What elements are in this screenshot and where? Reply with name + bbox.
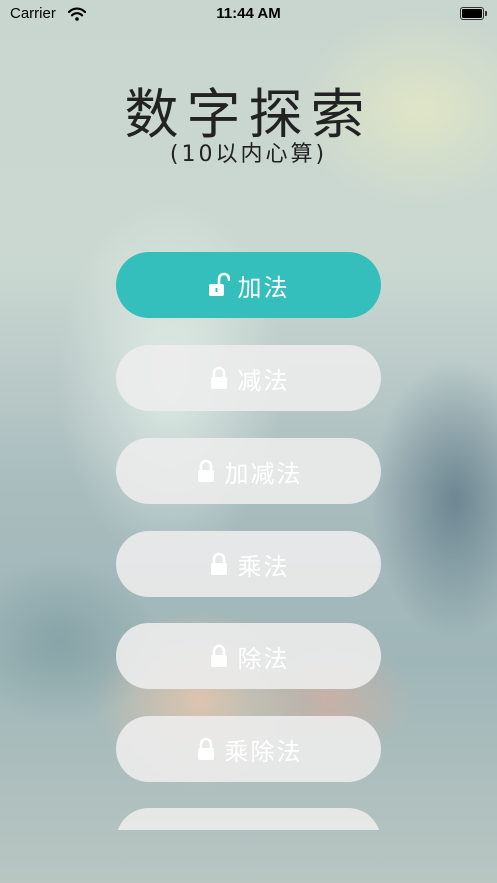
addition-button[interactable]: 加法 [116, 252, 381, 318]
unlock-icon [208, 272, 230, 298]
multiplication-button[interactable]: 乘法 [116, 531, 381, 597]
subtraction-label: 减法 [237, 366, 290, 395]
battery-icon [460, 7, 487, 20]
addition-label: 加法 [237, 273, 290, 302]
multiplication-label: 乘法 [237, 552, 290, 581]
division-label: 除法 [237, 644, 290, 673]
multiply-divide-label: 乘除法 [224, 737, 303, 766]
subtraction-button[interactable]: 减法 [116, 345, 381, 411]
status-bar: Carrier 11:44 AM [0, 0, 497, 28]
mode-menu: 加法 减法 加减法 乘法 除法 乘除法 [116, 252, 381, 830]
lock-icon [208, 365, 230, 391]
add-subtract-button[interactable]: 加减法 [116, 438, 381, 504]
next-mode-button-partial[interactable] [116, 808, 381, 830]
add-subtract-label: 加减法 [224, 459, 303, 488]
multiply-divide-button[interactable]: 乘除法 [116, 716, 381, 782]
lock-icon [195, 458, 217, 484]
app-subtitle: (10以内心算) [169, 142, 328, 167]
clock-time: 11:44 AM [216, 5, 281, 22]
lock-icon [195, 736, 217, 762]
division-button[interactable]: 除法 [116, 623, 381, 689]
lock-icon [208, 643, 230, 669]
lock-icon [208, 551, 230, 577]
